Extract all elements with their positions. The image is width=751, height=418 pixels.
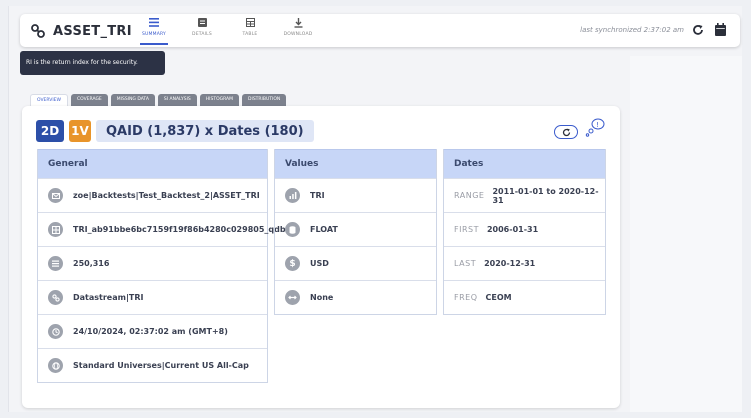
svg-text:!: !: [596, 121, 599, 129]
sync-status: last synchronized 2:37:02 am: [580, 26, 684, 34]
tab-label: DETAILS: [192, 32, 212, 37]
tab-label: SUMMARY: [142, 32, 166, 37]
general-header: General: [38, 149, 267, 178]
date-range: 2011-01-01 to 2020-12-31: [492, 186, 599, 205]
general-table: General zoe|Backtests|Test_Backtest_2|AS…: [37, 149, 286, 383]
subtab-coverage[interactable]: COVERAGE: [70, 94, 108, 106]
tab-label: TABLE: [242, 32, 258, 37]
mail-icon: [48, 188, 63, 203]
tab-table[interactable]: TABLE: [228, 18, 272, 44]
comment-icon[interactable]: !: [584, 116, 606, 138]
dates-row: LAST 2020-12-31: [444, 246, 605, 280]
dollar-icon: $: [285, 256, 300, 271]
shape-badge: QAID (1,837) x Dates (180): [96, 120, 314, 142]
data-source: Datastream|TRI: [73, 293, 144, 302]
arrows-icon: [285, 290, 300, 305]
dimension-badge: 2D: [36, 120, 64, 142]
timestamp: 24/10/2024, 02:37:02 am (GMT+8): [73, 327, 228, 336]
date-key: FREQ: [454, 293, 478, 302]
refresh-icon: [562, 128, 570, 136]
list-icon: [48, 256, 63, 271]
link-icon: [48, 290, 63, 305]
date-key: LAST: [454, 259, 477, 268]
date-key: FIRST: [454, 225, 479, 234]
tooltip: RI is the return index for the security.: [20, 51, 165, 75]
subtab-distribution[interactable]: DISTRIBUTION: [242, 94, 287, 106]
values-header: Values: [275, 149, 436, 178]
dates-row: FIRST 2006-01-31: [444, 212, 605, 246]
frequency: CEOM: [485, 293, 512, 302]
badge-group: 2D 1V QAID (1,837) x Dates (180): [36, 120, 314, 142]
sync-icon[interactable]: [692, 24, 704, 36]
subtab-si-analysis[interactable]: SI ANALYSIS: [157, 94, 197, 106]
value-type: FLOAT: [310, 225, 338, 234]
tab-download[interactable]: DOWNLOAD: [276, 18, 320, 44]
row-count: 250,316: [73, 259, 110, 268]
source-path: zoe|Backtests|Test_Backtest_2|ASSET_TRI: [73, 191, 260, 200]
subtab-histogram[interactable]: HISTOGRAM: [199, 94, 240, 106]
value-count-badge: 1V: [69, 120, 91, 142]
general-row: zoe|Backtests|Test_Backtest_2|ASSET_TRI: [38, 178, 267, 212]
tab-details[interactable]: DETAILS: [180, 18, 224, 44]
values-row: $ USD: [275, 246, 436, 280]
database-icon: [285, 222, 300, 237]
globe-icon: [48, 358, 63, 373]
list-icon: [149, 18, 159, 27]
subtab-overview[interactable]: OVERVIEW: [30, 94, 68, 106]
values-row: TRI: [275, 178, 436, 212]
adjustment: None: [310, 293, 334, 302]
dates-table: Dates RANGE 2011-01-01 to 2020-12-31 FIR…: [443, 149, 606, 315]
header-bar: ASSET_TRI SUMMARY DETAILS TABLE DOWNLOAD…: [20, 14, 740, 47]
refresh-button[interactable]: [554, 125, 578, 139]
table-id: TRI_ab91bbe6bc7159f19f86b4280c029805_qdb: [73, 225, 286, 234]
dates-row: RANGE 2011-01-01 to 2020-12-31: [444, 178, 605, 212]
dates-header: Dates: [444, 149, 605, 178]
calendar-icon[interactable]: [715, 23, 726, 36]
last-date: 2020-12-31: [484, 259, 536, 268]
subtab-missing-data[interactable]: MISSING DATA: [110, 94, 155, 106]
asset-title: ASSET_TRI: [30, 23, 132, 39]
first-date: 2006-01-31: [486, 225, 539, 234]
chart-icon: [285, 188, 300, 203]
values-table: Values TRI FLOAT $ USD None: [274, 149, 437, 315]
page-title: ASSET_TRI: [53, 23, 132, 39]
general-row: Datastream|TRI: [38, 280, 267, 314]
general-row: 24/10/2024, 02:37:02 am (GMT+8): [38, 314, 267, 348]
link-icon: [31, 24, 45, 38]
subtab-bar: OVERVIEW COVERAGE MISSING DATA SI ANALYS…: [30, 94, 287, 106]
dates-row: FREQ CEOM: [444, 280, 605, 314]
download-icon: [294, 18, 302, 28]
general-row: TRI_ab91bbe6bc7159f19f86b4280c029805_qdb: [38, 212, 286, 246]
value-name: TRI: [310, 191, 325, 200]
tab-summary[interactable]: SUMMARY: [132, 18, 176, 45]
grid-icon: [48, 222, 63, 237]
currency: USD: [310, 259, 329, 268]
general-row: 250,316: [38, 246, 267, 280]
universe: Standard Universes|Current US All-Cap: [73, 361, 249, 370]
tab-label: DOWNLOAD: [283, 32, 313, 37]
values-row: None: [275, 280, 436, 314]
date-key: RANGE: [454, 191, 485, 200]
details-icon: [197, 18, 207, 27]
right-panel: [630, 56, 742, 412]
values-row: FLOAT: [275, 212, 436, 246]
table-icon: [245, 18, 255, 27]
clock-icon: [48, 324, 63, 339]
general-row: Standard Universes|Current US All-Cap: [38, 348, 267, 382]
